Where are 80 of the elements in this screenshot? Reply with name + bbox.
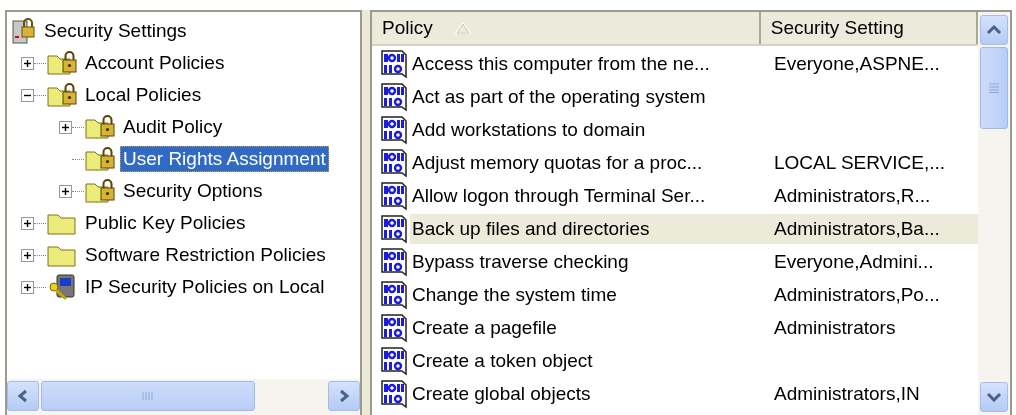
list-row[interactable]: Act as part of the operating system (410, 81, 978, 112)
list-row[interactable]: Access this computer from the ne... Everyone,ASPNE... (410, 48, 978, 79)
tree-item[interactable]: Security Settings (41, 18, 190, 44)
list-row[interactable]: Allow logon through Terminal Ser... Administrators,R... (410, 180, 978, 211)
list-row[interactable]: Create a pagefile Administrators (410, 312, 978, 343)
sort-ascending-icon (454, 22, 471, 34)
locked-folder-icon (46, 82, 78, 108)
tree-item[interactable]: Audit Policy (120, 114, 226, 140)
policy-binary-icon (378, 279, 410, 310)
table-cell: Administrators,Po... (774, 283, 940, 306)
scrollbar-thumb[interactable] (41, 381, 255, 411)
table-cell-text: Add workstations to domain (411, 118, 647, 141)
expand-plus-icon[interactable] (21, 216, 34, 230)
chevron-down-icon (986, 392, 1002, 402)
chevron-left-icon (17, 389, 29, 403)
table-cell: Everyone,ASPNE... (774, 52, 940, 75)
list-row[interactable]: Change the system time Administrators,Po... (410, 279, 978, 310)
table-cell-text: Create global objects (411, 382, 592, 405)
policy-binary-icon (378, 312, 410, 343)
list-row[interactable]: Create a token object (410, 345, 978, 376)
horizontal-scrollbar[interactable] (7, 379, 360, 415)
scroll-right-button[interactable] (328, 381, 360, 411)
expand-plus-icon[interactable] (59, 184, 72, 198)
table-cell-text: Act as part of the operating system (411, 85, 707, 108)
policy-binary-icon (378, 180, 410, 211)
policy-binary-icon (378, 48, 410, 79)
expand-plus-icon[interactable] (21, 280, 34, 294)
vertical-scrollbar[interactable] (978, 12, 1010, 415)
table-cell-text: Allow logon through Terminal Ser... (411, 184, 707, 207)
grip-icon (989, 83, 999, 93)
tree-item[interactable]: Local Policies (82, 82, 205, 108)
tree-item[interactable]: Software Restriction Policies (82, 242, 329, 268)
computer-key-icon (46, 273, 78, 301)
policy-binary-icon (378, 81, 410, 112)
column-header[interactable]: Policy (372, 12, 761, 44)
table-cell: LOCAL SERVICE,... (774, 151, 946, 174)
table-cell-text: Bypass traverse checking (411, 250, 630, 273)
tree-item[interactable]: Security Options (120, 178, 266, 204)
locked-folder-icon (84, 178, 116, 204)
list-row[interactable]: Add workstations to domain (410, 114, 978, 145)
collapse-minus-icon[interactable] (21, 88, 34, 102)
server-lock-icon (11, 17, 37, 45)
policy-binary-icon (378, 147, 410, 178)
table-cell-text: Create a pagefile (411, 316, 558, 339)
list-row[interactable]: Adjust memory quotas for a proc... LOCAL SERVICE,... (410, 147, 978, 178)
table-cell-text: Back up files and directories (411, 217, 651, 240)
list-row[interactable]: Create global objects Administrators,IN (410, 378, 978, 409)
table-cell-text: Adjust memory quotas for a proc... (411, 151, 704, 174)
list-row[interactable]: Back up files and directories Administrators,Ba... (410, 213, 978, 244)
policy-binary-icon (378, 114, 410, 145)
table-cell: Administrators,R... (774, 184, 931, 207)
table-cell: Administrators,Ba... (774, 217, 940, 240)
tree-item[interactable]: User Rights Assignment (120, 146, 329, 172)
chevron-up-icon (986, 25, 1002, 35)
table-cell-text: Change the system time (411, 283, 618, 306)
table-cell: Administrators (774, 316, 896, 339)
table-cell: Administrators,IN (774, 382, 920, 405)
chevron-right-icon (338, 389, 350, 403)
table-cell-text: Create a token object (411, 349, 594, 372)
table-cell: Everyone,Admini... (774, 250, 934, 273)
grip-icon (142, 392, 154, 400)
scroll-up-button[interactable] (980, 15, 1008, 45)
locked-folder-icon (46, 50, 78, 76)
policy-binary-icon (378, 378, 410, 409)
table-cell-text: Access this computer from the ne... (411, 52, 711, 75)
scroll-left-button[interactable] (7, 381, 39, 411)
policy-binary-icon (378, 345, 410, 376)
expand-plus-icon[interactable] (21, 56, 34, 70)
expand-plus-icon[interactable] (21, 248, 34, 262)
tree-item[interactable]: Public Key Policies (82, 210, 249, 236)
list-row[interactable]: Bypass traverse checking Everyone,Admini... (410, 246, 978, 277)
policy-binary-icon (378, 246, 410, 277)
tree-item[interactable]: Account Policies (82, 50, 228, 76)
policy-binary-icon (378, 213, 410, 244)
expand-plus-icon[interactable] (59, 120, 72, 134)
tree-item[interactable]: IP Security Policies on Local (82, 274, 328, 300)
scroll-down-button[interactable] (980, 382, 1008, 412)
scrollbar-thumb[interactable] (980, 47, 1008, 129)
locked-folder-icon (84, 114, 116, 140)
locked-folder-icon (84, 146, 116, 172)
